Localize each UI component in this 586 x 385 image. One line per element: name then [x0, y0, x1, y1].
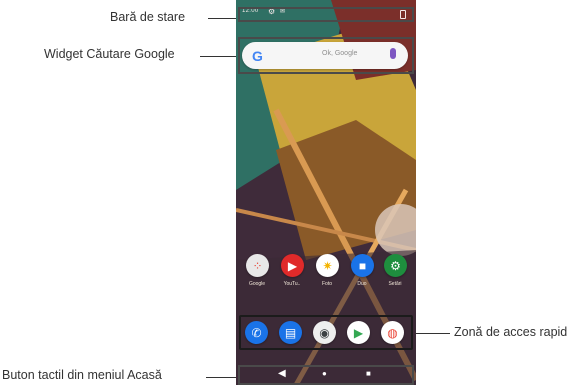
app-label-duo: Duo [357, 281, 367, 287]
app-label-youtube: YouTu.. [283, 281, 301, 287]
duo-icon[interactable]: ■ [351, 254, 374, 277]
status-bar-leader [208, 18, 238, 19]
back-icon[interactable]: ◀ [278, 368, 286, 379]
google-folder-icon[interactable]: ⁘ [246, 254, 269, 277]
google-widget-leader [200, 56, 238, 57]
search-hint: Ok, Google [322, 50, 358, 57]
home-touch-label: Buton tactil din meniul Acasă [2, 368, 162, 382]
google-widget-label: Widget Căutare Google [44, 47, 175, 61]
youtube-icon[interactable]: ▶ [281, 254, 304, 277]
camera-icon[interactable]: ◉ [313, 321, 336, 344]
quick-access-label: Zonă de acces rapid [454, 325, 568, 339]
photos-icon[interactable]: ✷ [316, 254, 339, 277]
recent-apps-icon[interactable]: ■ [366, 369, 371, 378]
google-search-widget[interactable]: G Ok, Google [242, 42, 408, 69]
home-touch-leader [206, 377, 238, 378]
chrome-icon[interactable]: ◍ [381, 321, 404, 344]
messages-icon[interactable]: ▤ [279, 321, 302, 344]
status-bar-highlight [238, 7, 414, 22]
phone-screen: 12:00 ⚙ ✉ G Ok, Google ⁘ Google ▶ YouTu.… [236, 0, 416, 385]
google-logo-icon: G [252, 48, 263, 64]
quick-access-leader [414, 333, 450, 334]
navigation-bar: ◀ ● ■ [236, 365, 416, 385]
mic-icon[interactable] [390, 48, 396, 59]
phone-icon[interactable]: ✆ [245, 321, 268, 344]
app-label-photos: Foto [321, 281, 332, 287]
play-store-icon[interactable]: ▶ [347, 321, 370, 344]
app-label-settings: Setări [388, 281, 402, 287]
home-icon[interactable]: ● [322, 369, 327, 378]
status-bar-label: Bară de stare [110, 10, 186, 24]
settings-icon[interactable]: ⚙ [384, 254, 407, 277]
app-label-google: Google [248, 281, 266, 287]
